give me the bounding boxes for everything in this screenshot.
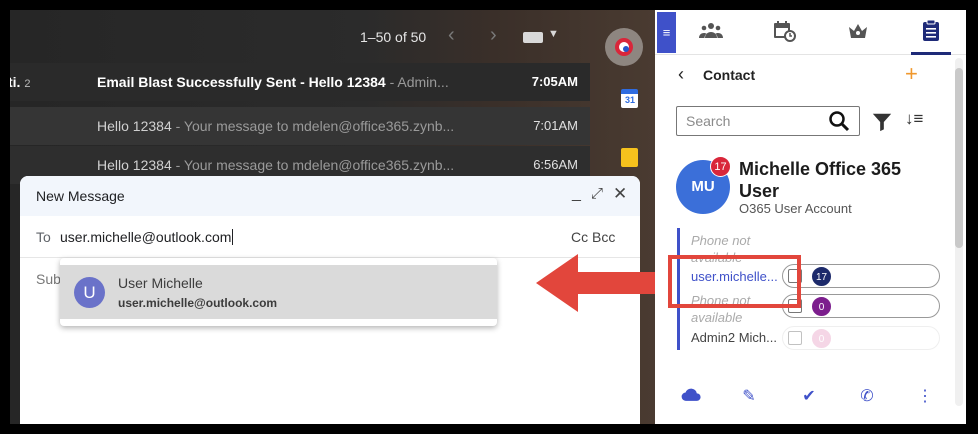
cc-bcc-button[interactable]: Cc Bcc [571,229,615,245]
contact-header: ‹ Contact + [655,56,966,94]
crown-icon[interactable] [846,19,870,43]
to-label: To [36,229,51,245]
back-chevron-icon[interactable]: ‹ [678,64,684,85]
annotation-arrow [536,254,667,312]
sender-name: ti. [10,74,21,90]
email-snippet: - Your message to mdelen@office365.zynb.… [171,118,455,134]
email-row[interactable]: Hello 12384 - Your message to mdelen@off… [10,107,590,145]
panel-footer: ✎ ✔ ✆ ⋮ [655,380,966,424]
check-icon[interactable]: ✔ [797,385,821,409]
email-time: 6:56AM [533,157,578,172]
edit-icon[interactable]: ✎ [737,385,761,409]
menu-icon[interactable]: ≡ [657,12,676,53]
engagement-pill[interactable]: 17 [782,264,940,288]
contact-subtitle: O365 User Account [739,201,852,216]
expand-icon[interactable]: ⤢ [591,185,603,202]
people-icon[interactable] [699,19,723,43]
email-subject: Hello 12384 [97,157,172,173]
add-contact-icon[interactable]: + [905,61,918,87]
email-subject: Hello 12384 [97,118,172,134]
panel-scrollbar[interactable] [955,58,963,406]
annotation-highlight-box [668,255,801,308]
to-input[interactable]: user.michelle@outlook.com [60,229,234,245]
input-tools-icon[interactable] [523,32,543,43]
inbox-toolbar: 1–50 of 50 ‹ › ▼ [10,10,655,66]
engagement-pill[interactable]: 0 [782,326,940,350]
email-subject: Email Blast Successfully Sent - Hello 12… [97,74,386,90]
count-badge: 17 [811,266,832,287]
email-time: 7:01AM [533,118,578,133]
email-snippet: - Admin... [385,74,449,90]
sort-icon[interactable]: ↓≡ [905,109,923,129]
clipboard-icon[interactable] [919,19,943,43]
active-tab-indicator [911,52,951,55]
search-input[interactable] [677,107,817,135]
autocomplete-dropdown: U User Michelle user.michelle@outlook.co… [60,258,497,326]
count-badge: 0 [811,296,832,317]
subject-field[interactable]: Sub [36,271,61,287]
page-title: Contact [703,67,756,83]
more-icon[interactable]: ⋮ [913,385,937,409]
contact-name: Michelle Office 365 User [739,159,902,201]
search-icon[interactable] [827,109,851,133]
compose-title: New Message [36,188,125,204]
close-icon[interactable]: ✕ [613,184,627,204]
search-box [676,106,860,136]
caret-down-icon[interactable]: ▼ [548,28,559,40]
notification-badge: 17 [710,156,731,177]
chevron-left-icon[interactable]: ‹ [448,24,455,47]
pagination-range: 1–50 of 50 [360,29,427,45]
chevron-right-icon[interactable]: › [490,24,497,47]
screenshot-frame: 1–50 of 50 ‹ › ▼ ti. 2 Email Blast Succe… [0,0,978,434]
keep-app-icon[interactable] [621,148,638,167]
count-badge: 0 [811,328,832,349]
minimize-icon[interactable]: _ [572,185,581,203]
calendar-clock-icon[interactable] [772,19,796,43]
email-time: 7:05AM [531,74,578,89]
cloud-icon[interactable] [679,385,703,409]
avatar: U [74,277,105,308]
crm-side-panel: ≡ ‹ Contact + ↓≡ MU 17 [655,10,966,424]
suggestion-email: user.michelle@outlook.com [118,296,278,310]
phone-icon[interactable]: ✆ [855,385,879,409]
secondary-contact-name[interactable]: Admin2 Mich... [691,330,783,345]
autocomplete-suggestion[interactable]: U User Michelle user.michelle@outlook.co… [60,265,497,319]
mail-icon [788,331,802,345]
thread-count: 2 [24,78,31,90]
suggestion-name: User Michelle [118,275,203,291]
compose-header: New Message _ ⤢ ✕ [20,176,640,216]
calendar-app-icon[interactable]: 31 [621,89,638,108]
engagement-pill[interactable]: 0 [782,294,940,318]
panel-toolbar: ≡ [655,10,966,55]
email-snippet: - Your message to mdelen@office365.zynb.… [171,157,455,173]
account-logo-icon [615,38,633,56]
account-avatar[interactable] [605,28,643,66]
email-row[interactable]: ti. 2 Email Blast Successfully Sent - He… [10,63,590,101]
filter-icon[interactable] [871,111,893,133]
